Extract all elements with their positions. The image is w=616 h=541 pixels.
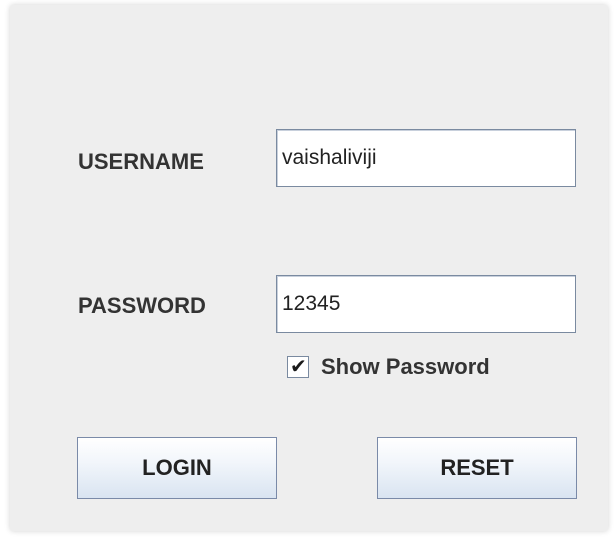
password-label: PASSWORD xyxy=(78,293,206,318)
show-password-checkbox[interactable]: ✔ xyxy=(287,354,309,378)
login-panel: USERNAME PASSWORD ✔ Show Password LOGIN … xyxy=(10,5,608,531)
username-field[interactable] xyxy=(276,129,576,187)
username-label: USERNAME xyxy=(78,149,204,174)
show-password-label[interactable]: Show Password xyxy=(321,354,490,380)
reset-button[interactable]: RESET xyxy=(377,437,577,499)
password-field[interactable] xyxy=(276,275,576,333)
checkmark-icon: ✔ xyxy=(290,354,307,378)
login-button[interactable]: LOGIN xyxy=(77,437,277,499)
